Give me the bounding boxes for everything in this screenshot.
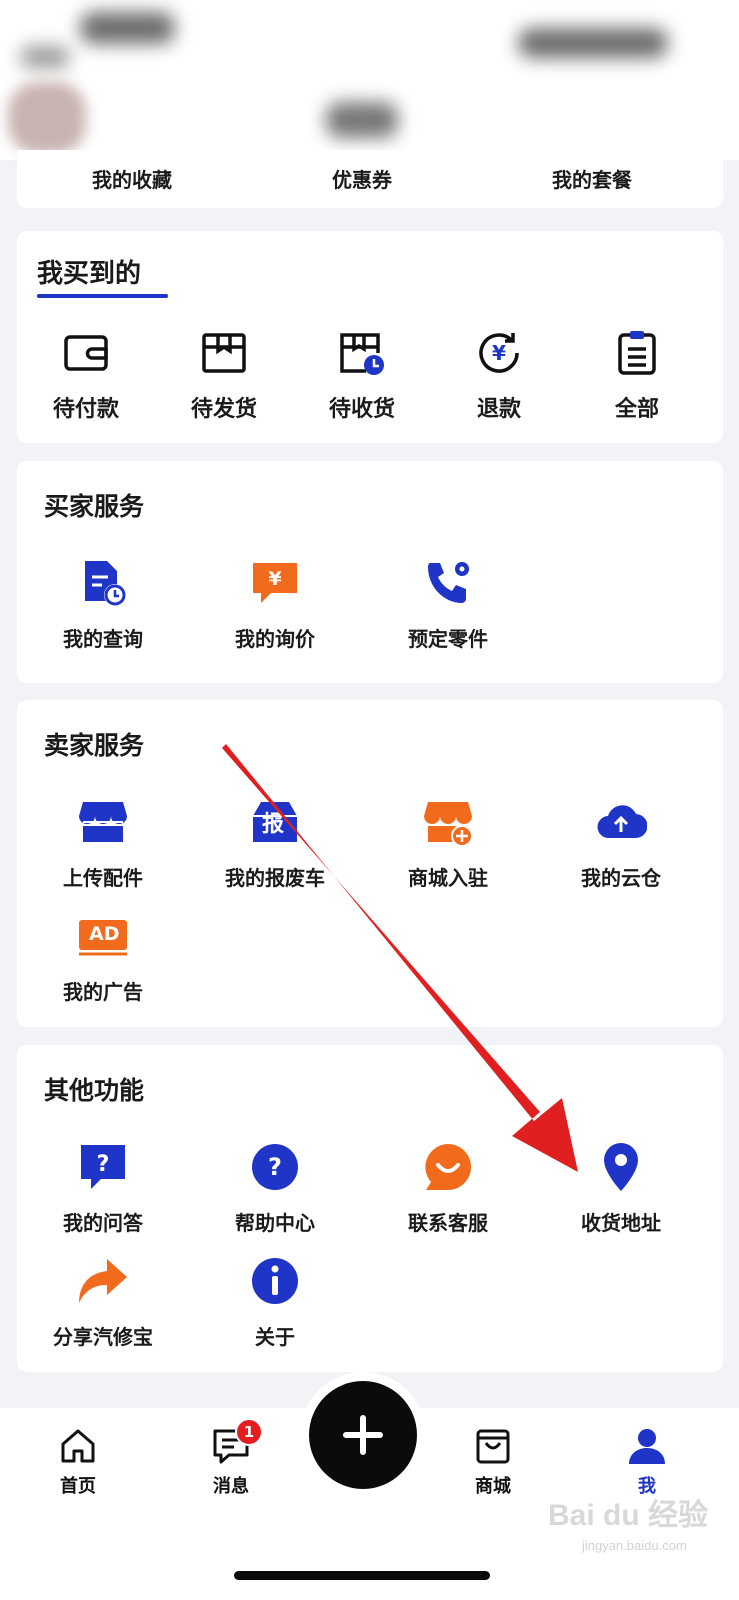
help-icon: ? <box>252 1144 298 1190</box>
store-icon <box>79 802 127 842</box>
quick-links-card: 我的收藏 优惠券 我的套餐 <box>17 150 723 208</box>
ad-glyph: AD <box>89 923 120 945</box>
package-icon <box>202 333 246 373</box>
svg-text:?: ? <box>268 1153 282 1181</box>
blurred-info <box>20 46 70 68</box>
order-label: 退款 <box>476 397 521 422</box>
question-chat-icon: ? <box>81 1145 125 1189</box>
service-my-ads[interactable]: AD 我的广告 <box>18 910 188 1005</box>
shopping-bag-icon <box>476 1429 510 1464</box>
service-label: 预定零件 <box>408 627 488 651</box>
function-label: 联系客服 <box>408 1211 488 1235</box>
nav-label: 消息 <box>213 1476 249 1497</box>
message-badge: 1 <box>235 1418 263 1446</box>
order-label: 待收货 <box>328 397 395 422</box>
nav-label: 商城 <box>475 1476 511 1497</box>
price-chat-icon: ¥ <box>253 563 297 603</box>
info-icon <box>252 1258 298 1304</box>
function-about[interactable]: 关于 <box>190 1255 360 1350</box>
quick-link-coupons[interactable]: 优惠券 <box>332 164 392 193</box>
service-mall-settle-in[interactable]: 商城入驻 <box>363 796 533 891</box>
location-pin-icon <box>604 1143 638 1191</box>
document-clock-icon <box>85 561 126 606</box>
function-shipping-address[interactable]: 收货地址 <box>536 1141 706 1236</box>
buyer-services-title: 买家服务 <box>44 492 145 521</box>
svg-text:¥: ¥ <box>268 568 281 590</box>
order-label: 待发货 <box>190 397 257 422</box>
nav-mall[interactable]: 商城 <box>443 1426 543 1498</box>
title-underline <box>37 294 168 298</box>
function-label: 关于 <box>255 1325 295 1349</box>
plus-icon <box>343 1415 383 1455</box>
service-reserve-parts[interactable]: 预定零件 <box>363 557 533 652</box>
purchased-card: 我买到的 待付款 待发货 待收货 ¥ 退款 全部 <box>17 231 723 443</box>
order-item-all[interactable]: 全部 <box>552 327 722 423</box>
purchased-title: 我买到的 <box>37 259 142 289</box>
seller-services-title: 卖家服务 <box>44 731 145 760</box>
blurred-level <box>326 102 398 138</box>
avatar[interactable] <box>8 82 86 154</box>
service-my-queries[interactable]: 我的查询 <box>18 557 188 652</box>
service-my-cloud-warehouse[interactable]: 我的云仓 <box>536 796 706 891</box>
service-label: 我的云仓 <box>581 866 661 890</box>
seller-services-card: 卖家服务 上传配件 报 我的报废车 商城入驻 我的云仓 AD 我的广告 <box>17 700 723 1027</box>
home-indicator <box>234 1571 490 1580</box>
quick-link-favorites[interactable]: 我的收藏 <box>92 164 172 193</box>
function-contact-service[interactable]: 联系客服 <box>363 1141 533 1236</box>
function-label: 帮助中心 <box>235 1211 315 1235</box>
nav-messages[interactable]: 1 消息 <box>181 1418 281 1498</box>
profile-header <box>0 0 739 160</box>
service-my-inquiries[interactable]: ¥ 我的询价 <box>190 557 360 652</box>
nav-label: 首页 <box>60 1476 96 1497</box>
blurred-username <box>80 12 175 44</box>
service-label: 我的询价 <box>235 627 315 651</box>
order-label: 全部 <box>614 397 659 422</box>
service-label: 上传配件 <box>63 866 143 890</box>
user-icon <box>629 1429 665 1464</box>
publish-button-wrap <box>300 1372 426 1498</box>
watermark-url: jingyan.baidu.com <box>582 1538 687 1553</box>
function-label: 我的问答 <box>63 1211 143 1235</box>
blurred-right-info <box>518 28 668 58</box>
customer-service-icon <box>425 1144 471 1190</box>
cloud-upload-icon <box>597 805 647 839</box>
nav-me[interactable]: 我 <box>597 1426 697 1498</box>
refund-yuan-icon: ¥ <box>479 333 519 373</box>
clipboard-list-icon <box>618 331 656 375</box>
svg-text:?: ? <box>97 1152 110 1177</box>
buyer-services-card: 买家服务 我的查询 ¥ 我的询价 预定零件 <box>17 461 723 683</box>
store-plus-icon <box>424 802 473 847</box>
publish-button[interactable] <box>309 1381 417 1489</box>
service-upload-parts[interactable]: 上传配件 <box>18 796 188 891</box>
function-my-qa[interactable]: ? 我的问答 <box>18 1141 188 1236</box>
nav-home[interactable]: 首页 <box>28 1426 128 1498</box>
wallet-icon <box>64 335 108 371</box>
service-label: 我的报废车 <box>225 866 325 890</box>
watermark: Bai du 经验 <box>548 1499 709 1532</box>
quick-link-packages[interactable]: 我的套餐 <box>552 164 632 193</box>
function-share-app[interactable]: 分享汽修宝 <box>18 1255 188 1350</box>
function-label: 分享汽修宝 <box>53 1325 153 1349</box>
function-label: 收货地址 <box>581 1211 661 1235</box>
share-arrow-icon <box>79 1259 127 1303</box>
phone-gear-icon <box>428 562 469 603</box>
order-label: 待付款 <box>52 397 119 422</box>
scrap-car-glyph: 报 <box>262 812 285 837</box>
service-label: 我的查询 <box>63 627 143 651</box>
svg-text:¥: ¥ <box>492 341 506 365</box>
service-my-scrap-car[interactable]: 报 我的报废车 <box>190 796 360 891</box>
service-label: 我的广告 <box>63 980 143 1004</box>
service-label: 商城入驻 <box>408 866 488 890</box>
other-functions-card: 其他功能 ? 我的问答 ? 帮助中心 联系客服 收货地址 分享汽修宝 关于 <box>17 1045 723 1372</box>
delivery-clock-icon <box>340 333 384 375</box>
home-icon <box>61 1429 95 1463</box>
other-functions-title: 其他功能 <box>44 1076 145 1105</box>
function-help-center[interactable]: ? 帮助中心 <box>190 1141 360 1236</box>
